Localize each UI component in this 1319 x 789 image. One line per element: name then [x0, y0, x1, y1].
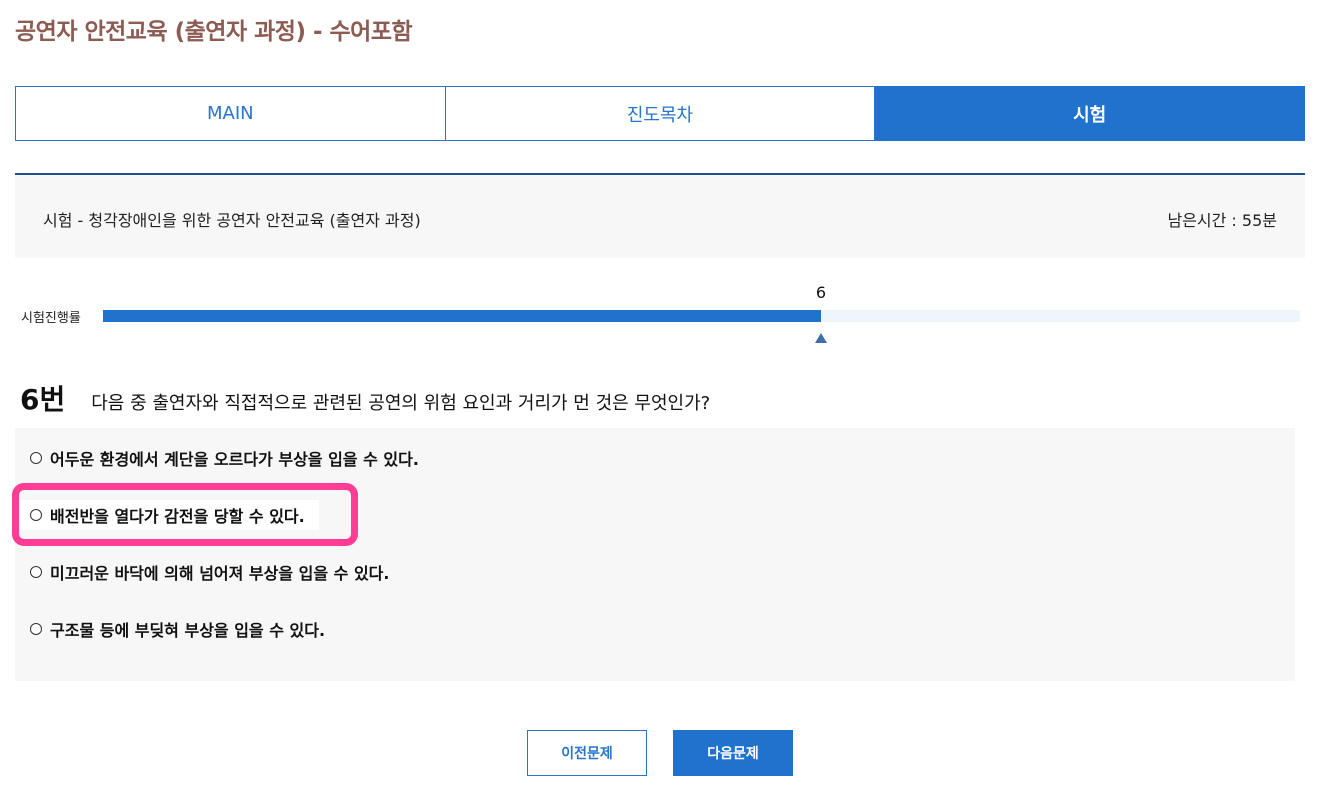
tab-contents[interactable]: 진도목차 — [445, 86, 876, 141]
progress-label: 시험진행률 — [21, 311, 81, 326]
exam-header: 시험 - 청각장애인을 위한 공연자 안전교육 (출연자 과정) 남은시간 : … — [15, 173, 1305, 258]
exam-title: 시험 - 청각장애인을 위한 공연자 안전교육 (출연자 과정) — [43, 211, 421, 230]
question-number: 6번 — [20, 383, 66, 416]
option-2[interactable]: 배전반을 열다가 감전을 당할 수 있다. — [15, 500, 319, 530]
radio-icon[interactable] — [30, 452, 42, 464]
remaining-time: 남은시간 : 55분 — [1167, 211, 1277, 230]
next-question-button[interactable]: 다음문제 — [673, 730, 793, 776]
option-label: 배전반을 열다가 감전을 당할 수 있다. — [50, 507, 305, 526]
option-4[interactable]: 구조물 등에 부딪혀 부상을 입을 수 있다. — [15, 614, 325, 644]
tab-main[interactable]: MAIN — [15, 86, 446, 141]
option-label: 미끄러운 바닥에 의해 넘어져 부상을 입을 수 있다. — [50, 564, 390, 583]
prev-question-button[interactable]: 이전문제 — [527, 730, 647, 776]
tab-bar: MAIN 진도목차 시험 — [15, 86, 1306, 141]
options-panel: 어두운 환경에서 계단을 오르다가 부상을 입을 수 있다. 배전반을 열다가 … — [15, 428, 1295, 681]
progress-fill — [103, 310, 821, 322]
tab-exam[interactable]: 시험 — [875, 86, 1306, 141]
page-title: 공연자 안전교육 (출연자 과정) - 수어포함 — [15, 19, 413, 45]
question: 6번 다음 중 출연자와 직접적으로 관련된 공연의 위험 요인과 거리가 먼 … — [20, 378, 710, 418]
radio-icon[interactable] — [30, 509, 42, 521]
option-1[interactable]: 어두운 환경에서 계단을 오르다가 부상을 입을 수 있다. — [15, 443, 419, 473]
option-3[interactable]: 미끄러운 바닥에 의해 넘어져 부상을 입을 수 있다. — [15, 557, 389, 587]
radio-icon[interactable] — [30, 623, 42, 635]
radio-icon[interactable] — [30, 566, 42, 578]
option-label: 어두운 환경에서 계단을 오르다가 부상을 입을 수 있다. — [50, 450, 419, 469]
progress-value: 6 — [815, 283, 827, 302]
progress-track — [103, 310, 1300, 322]
progress-marker-icon — [815, 333, 827, 343]
question-text: 다음 중 출연자와 직접적으로 관련된 공연의 위험 요인과 거리가 먼 것은 … — [91, 393, 711, 414]
option-label: 구조물 등에 부딪혀 부상을 입을 수 있다. — [50, 621, 326, 640]
